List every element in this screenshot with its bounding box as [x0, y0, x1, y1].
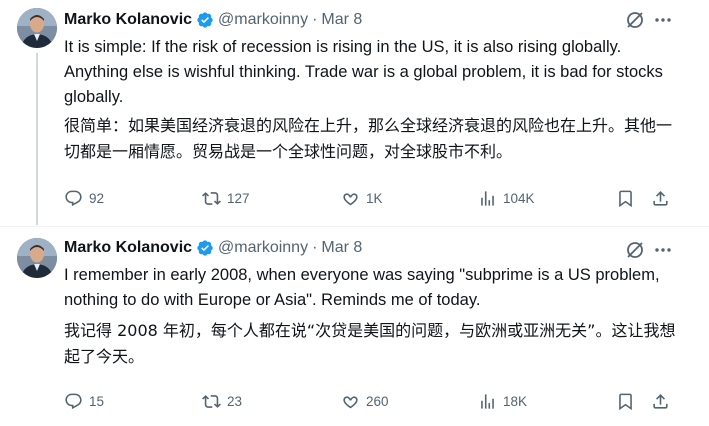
bookmark-button[interactable]: [616, 391, 635, 411]
tweet-translation: 我记得 2008 年初，每个人都在说“次贷是美国的问题，与欧洲或亚洲无关”。这让…: [64, 321, 676, 366]
share-icon: [653, 393, 668, 409]
avatar[interactable]: [17, 238, 57, 278]
tweet-header: Marko Kolanovic @markoinny · Mar 8: [64, 238, 649, 258]
reply-icon: [65, 393, 82, 409]
share-button[interactable]: [651, 391, 670, 411]
tweet-header: Marko Kolanovic @markoinny · Mar 8: [64, 10, 649, 30]
verified-badge-icon: [196, 239, 214, 257]
more-icon[interactable]: [653, 240, 673, 260]
like-icon: [343, 192, 358, 205]
retweet-button[interactable]: 23: [202, 391, 242, 411]
like-button[interactable]: 1K: [341, 188, 383, 208]
bookmark-icon: [619, 190, 632, 207]
retweet-count: 127: [227, 190, 250, 206]
reply-icon: [65, 190, 82, 206]
tweet-date[interactable]: Mar 8: [321, 10, 362, 30]
tweet-actions: 92 127 1K 104K: [64, 188, 679, 208]
tweet-text: It is simple: If the risk of recession i…: [64, 38, 663, 106]
retweet-button[interactable]: 127: [202, 188, 250, 208]
author-handle[interactable]: @markoinny: [218, 10, 308, 30]
author-name[interactable]: Marko Kolanovic: [64, 238, 192, 258]
avatar[interactable]: [17, 8, 57, 48]
more-icon[interactable]: [653, 10, 673, 30]
views-icon: [481, 393, 494, 409]
author-name[interactable]: Marko Kolanovic: [64, 10, 192, 30]
grok-icon[interactable]: [625, 10, 645, 30]
bookmark-button[interactable]: [616, 188, 635, 208]
views-icon: [481, 190, 494, 206]
retweet-icon: [202, 191, 221, 205]
views-button[interactable]: 104K: [478, 188, 535, 208]
share-button[interactable]: [651, 188, 670, 208]
tweet-text: I remember in early 2008, when everyone …: [64, 266, 660, 309]
tweet[interactable]: Marko Kolanovic @markoinny · Mar 8 I rem…: [0, 226, 709, 426]
like-icon: [343, 395, 358, 408]
views-count: 18K: [503, 393, 528, 409]
tweet-actions: 15 23 260 18K: [64, 391, 679, 411]
bookmark-icon: [619, 393, 632, 410]
like-button[interactable]: 260: [341, 391, 389, 411]
share-icon: [653, 190, 668, 206]
reply-button[interactable]: 92: [64, 188, 104, 208]
tweet[interactable]: Marko Kolanovic @markoinny · Mar 8 It is…: [0, 0, 709, 226]
views-count: 104K: [503, 190, 535, 206]
like-count: 1K: [366, 190, 383, 206]
reply-count: 92: [89, 190, 105, 206]
separator: ·: [312, 239, 318, 256]
grok-icon[interactable]: [625, 240, 645, 260]
tweet-date[interactable]: Mar 8: [321, 238, 362, 258]
reply-button[interactable]: 15: [64, 391, 104, 411]
author-handle[interactable]: @markoinny: [218, 238, 308, 258]
separator: ·: [312, 11, 318, 28]
reply-count: 15: [89, 393, 105, 409]
verified-badge-icon: [196, 11, 214, 29]
retweet-count: 23: [227, 393, 243, 409]
views-button[interactable]: 18K: [478, 391, 527, 411]
tweet-translation: 很简单：如果美国经济衰退的风险在上升，那么全球经济衰退的风险也在上升。其他一切都…: [64, 116, 673, 161]
like-count: 260: [366, 393, 389, 409]
thread-line: [36, 53, 38, 225]
retweet-icon: [202, 394, 221, 408]
